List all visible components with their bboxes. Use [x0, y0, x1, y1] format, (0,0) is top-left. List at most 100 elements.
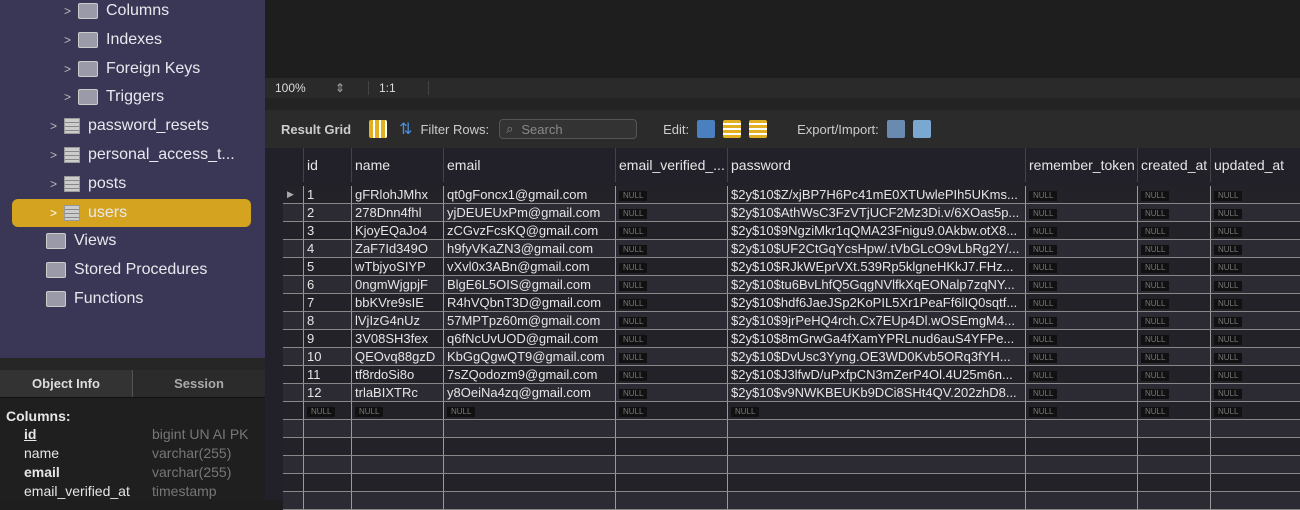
grid-cell[interactable] — [1210, 474, 1295, 491]
grid-cell[interactable] — [615, 456, 727, 473]
grid-cell[interactable]: $2y$10$tu6BvLhfQ5GqgNVlfkXqEONalp7zqNY..… — [727, 276, 1025, 293]
grid-cell[interactable] — [443, 474, 615, 491]
grid-cell[interactable] — [727, 438, 1025, 455]
panel-splitter[interactable] — [0, 358, 265, 370]
zoom-stepper-icon[interactable]: ⇕ — [335, 81, 369, 95]
grid-cell[interactable]: NULL — [1210, 258, 1295, 275]
chevron-right-icon[interactable]: > — [50, 206, 64, 220]
grid-cell[interactable]: tf8rdoSi8o — [351, 366, 443, 383]
grid-cell[interactable]: $2y$10$Z/xjBP7H6Pc41mE0XTUwlePIh5UKms... — [727, 186, 1025, 203]
grid-cell[interactable] — [1137, 474, 1210, 491]
grid-cell[interactable]: BlgE6L5OIS@gmail.com — [443, 276, 615, 293]
grid-cell[interactable]: NULL — [1137, 366, 1210, 383]
grid-cell[interactable]: NULL — [1137, 240, 1210, 257]
grid-cell[interactable] — [303, 420, 351, 437]
export-icon[interactable] — [886, 120, 905, 138]
grid-cell[interactable]: trlaBIXTRc — [351, 384, 443, 401]
grid-cell[interactable]: 2 — [303, 204, 351, 221]
grid-cell[interactable]: NULL — [1210, 348, 1295, 365]
chevron-right-icon[interactable]: > — [50, 177, 64, 191]
grid-cell[interactable]: NULL — [1137, 276, 1210, 293]
grid-cell[interactable]: wTbjyoSIYP — [351, 258, 443, 275]
grid-cell[interactable]: yjDEUEUxPm@gmail.com — [443, 204, 615, 221]
grid-cell[interactable]: $2y$10$AthWsC3FzVTjUCF2Mz3Di.v/6XOas5p..… — [727, 204, 1025, 221]
grid-cell[interactable] — [351, 438, 443, 455]
grid-cell[interactable]: NULL — [615, 294, 727, 311]
grid-cell[interactable]: NULL — [1137, 348, 1210, 365]
grid-cell[interactable]: NULL — [1210, 384, 1295, 401]
grid-cell[interactable] — [303, 474, 351, 491]
table-row[interactable]: 10 QEOvq88gzD KbGgQgwQT9@gmail.com NULL $2y$… — [283, 348, 1300, 366]
grid-cell[interactable]: $2y$10$hdf6JaeJSp2KoPIL5Xr1PeaFf6lIQ0sqt… — [727, 294, 1025, 311]
grid-cell[interactable] — [615, 438, 727, 455]
grid-cell[interactable] — [727, 474, 1025, 491]
grid-cell[interactable] — [351, 474, 443, 491]
table-row[interactable] — [283, 438, 1300, 456]
grid-cell[interactable]: lVjIzG4nUz — [351, 312, 443, 329]
chevron-right-icon[interactable]: > — [50, 119, 64, 133]
grid-cell[interactable]: QEOvq88gzD — [351, 348, 443, 365]
grid-cell[interactable]: NULL — [1025, 258, 1137, 275]
grid-cell[interactable]: NULL — [615, 222, 727, 239]
grid-cell[interactable]: y8OeiNa4zq@gmail.com — [443, 384, 615, 401]
grid-cell[interactable]: NULL — [1137, 294, 1210, 311]
grid-cell[interactable] — [1210, 420, 1295, 437]
grid-cell[interactable] — [615, 474, 727, 491]
table-row[interactable]: 8 lVjIzG4nUz 57MPTpz60m@gmail.com NULL $2y$1… — [283, 312, 1300, 330]
grid-cell[interactable] — [443, 438, 615, 455]
grid-cell[interactable]: NULL — [1210, 312, 1295, 329]
column-header-email-verified[interactable]: email_verified_... — [615, 148, 727, 182]
grid-cell[interactable]: NULL — [1137, 258, 1210, 275]
grid-cell[interactable]: NULL — [1025, 348, 1137, 365]
grid-cell[interactable]: vXvl0x3ABn@gmail.com — [443, 258, 615, 275]
edit-row-icon[interactable] — [697, 120, 716, 138]
grid-cell[interactable]: NULL — [615, 402, 727, 419]
grid-cell[interactable] — [1137, 420, 1210, 437]
grid-cell[interactable]: NULL — [1025, 222, 1137, 239]
grid-cell[interactable]: NULL — [615, 366, 727, 383]
table-row[interactable]: 9 3V08SH3fex q6fNcUvUOD@gmail.com NULL $2y$1… — [283, 330, 1300, 348]
import-icon[interactable] — [912, 120, 931, 138]
grid-cell[interactable]: NULL — [1137, 402, 1210, 419]
grid-cell[interactable]: 4 — [303, 240, 351, 257]
grid-cell[interactable]: NULL — [615, 258, 727, 275]
grid-cell[interactable] — [1025, 456, 1137, 473]
grid-cell[interactable]: R4hVQbnT3D@gmail.com — [443, 294, 615, 311]
grid-cell[interactable]: NULL — [615, 240, 727, 257]
grid-cell[interactable] — [443, 420, 615, 437]
grid-cell[interactable]: NULL — [351, 402, 443, 419]
grid-cell[interactable]: NULL — [1137, 330, 1210, 347]
zoom-level[interactable]: 100% — [265, 81, 335, 95]
sidebar-item-indexes[interactable]: > Indexes — [0, 26, 162, 54]
grid-cell[interactable]: NULL — [1210, 294, 1295, 311]
grid-cell[interactable]: NULL — [1210, 366, 1295, 383]
splitter[interactable] — [265, 98, 1300, 110]
grid-cell[interactable]: NULL — [1025, 384, 1137, 401]
grid-cell[interactable]: 5 — [303, 258, 351, 275]
table-row[interactable]: NULL NULL NULL NULL NULL NULL NULL NULL — [283, 402, 1300, 420]
column-header-updated-at[interactable]: updated_at — [1210, 148, 1295, 182]
grid-cell[interactable]: NULL — [615, 330, 727, 347]
grid-cell[interactable]: NULL — [1137, 204, 1210, 221]
table-row[interactable]: ▶ 1 gFRlohJMhx qt0gFoncx1@gmail.com NULL $2y$… — [283, 186, 1300, 204]
grid-cell[interactable]: $2y$10$UF2CtGqYcsHpw/.tVbGLcO9vLbRg2Y/..… — [727, 240, 1025, 257]
grid-cell[interactable] — [351, 492, 443, 509]
table-row[interactable]: 11 tf8rdoSi8o 7sZQodozm9@gmail.com NULL $2y$… — [283, 366, 1300, 384]
grid-cell[interactable]: 3V08SH3fex — [351, 330, 443, 347]
grid-cell[interactable]: 10 — [303, 348, 351, 365]
grid-cell[interactable] — [1210, 492, 1295, 509]
delete-row-icon[interactable] — [749, 120, 768, 138]
grid-cell[interactable]: qt0gFoncx1@gmail.com — [443, 186, 615, 203]
grid-cell[interactable] — [615, 420, 727, 437]
grid-cell[interactable] — [727, 420, 1025, 437]
sidebar-item-triggers[interactable]: > Triggers — [0, 83, 164, 111]
tab-session[interactable]: Session — [132, 370, 265, 397]
grid-cell[interactable]: 57MPTpz60m@gmail.com — [443, 312, 615, 329]
chevron-right-icon[interactable]: > — [64, 90, 78, 104]
add-row-icon[interactable] — [723, 120, 742, 138]
sidebar-item-views[interactable]: Views — [0, 227, 116, 255]
column-header-remember-token[interactable]: remember_token — [1025, 148, 1137, 182]
column-header-id[interactable]: id — [303, 148, 351, 182]
grid-cell[interactable]: bbKVre9sIE — [351, 294, 443, 311]
grid-cell[interactable]: $2y$10$RJkWEprVXt.539Rp5klgneHKkJ7.FHz..… — [727, 258, 1025, 275]
